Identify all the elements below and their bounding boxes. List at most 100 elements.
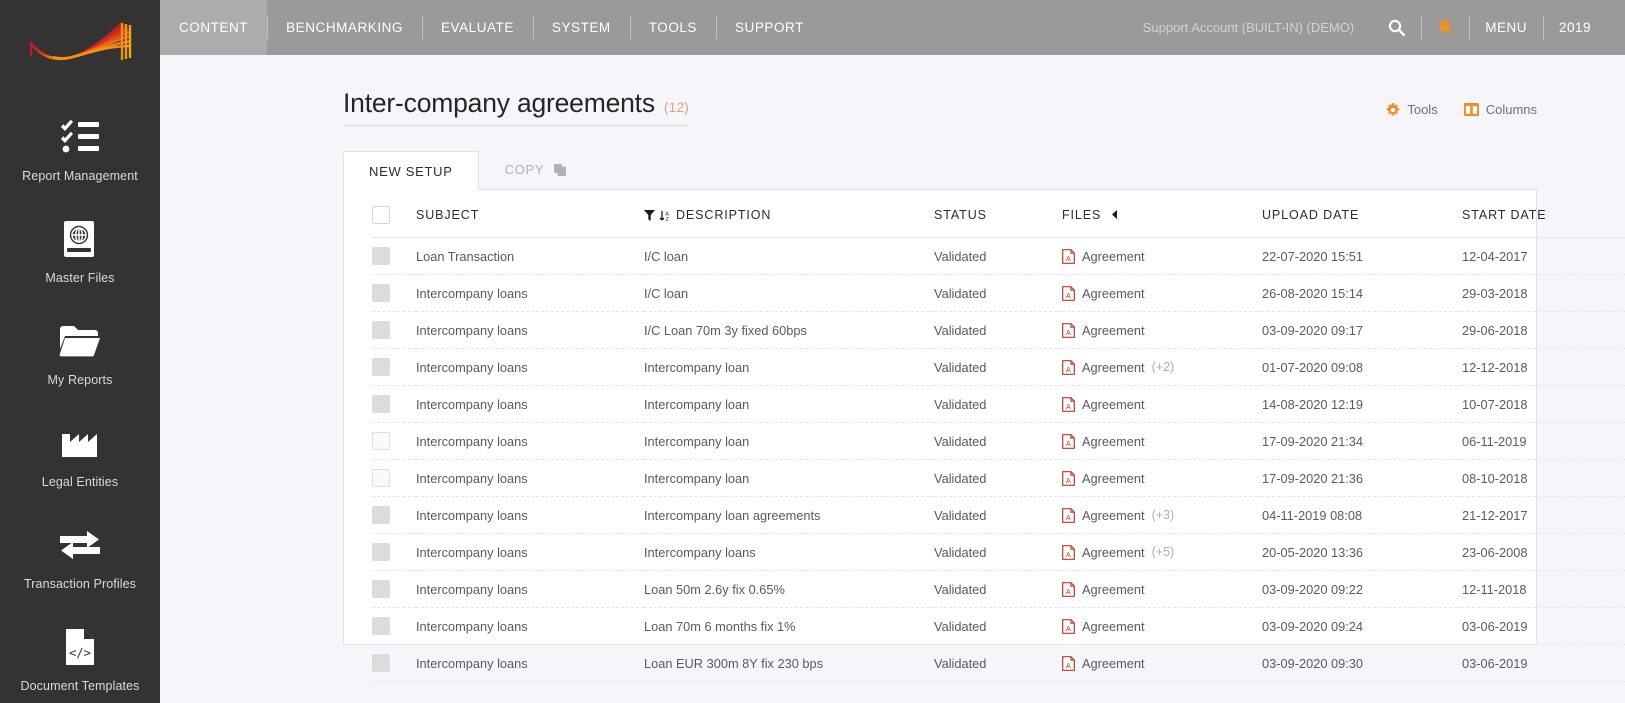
- select-all-checkbox[interactable]: [372, 206, 390, 224]
- cell-subject: Intercompany loans: [416, 533, 644, 571]
- table-row[interactable]: Intercompany loans Intercompany loan Valid…: [372, 348, 1625, 386]
- svg-text:A: A: [1066, 256, 1071, 263]
- cell-subject: Intercompany loans: [416, 422, 644, 460]
- cell-start-date: 06-11-2019: [1462, 422, 1625, 460]
- sidebar-item-label: Master Files: [45, 271, 115, 285]
- filter-funnel-icon[interactable]: [644, 210, 655, 221]
- cell-files: A Agreement: [1062, 422, 1262, 460]
- file-link[interactable]: Agreement: [1082, 656, 1145, 671]
- cell-start-date: 21-12-2017: [1462, 496, 1625, 534]
- topnav-item-content[interactable]: CONTENT: [160, 0, 268, 55]
- page-title: Inter-company agreements: [343, 88, 655, 118]
- topnav-item-evaluate[interactable]: EVALUATE: [421, 0, 533, 55]
- tab-new-setup[interactable]: NEW SETUP: [343, 151, 479, 190]
- cell-status: Validated: [934, 607, 1062, 645]
- tab-copy[interactable]: COPY: [479, 149, 593, 190]
- agreements-table: SUBJECT A Z DESCRIPTION STATUS FILES UPL…: [372, 190, 1625, 682]
- row-select-cell: [372, 274, 416, 312]
- row-checkbox[interactable]: [372, 321, 390, 339]
- row-checkbox[interactable]: [372, 432, 390, 450]
- table-row[interactable]: Intercompany loans I/C Loan 70m 3y fixed …: [372, 311, 1625, 349]
- page-content: Inter-company agreements (12) Tools Colu…: [160, 55, 1625, 703]
- notifications-button[interactable]: [1421, 15, 1469, 40]
- search-button[interactable]: [1372, 16, 1421, 40]
- topnav-item-benchmarking[interactable]: BENCHMARKING: [267, 0, 422, 55]
- tools-button[interactable]: Tools: [1386, 102, 1438, 117]
- table-row[interactable]: Intercompany loans Intercompany loan Valid…: [372, 459, 1625, 497]
- table-row[interactable]: Intercompany loans Loan 50m 2.6y fix 0.65…: [372, 570, 1625, 608]
- cell-files: A Agreement (+2): [1062, 348, 1262, 386]
- table-row[interactable]: Intercompany loans Intercompany loans Vali…: [372, 533, 1625, 571]
- columns-button[interactable]: Columns: [1463, 102, 1537, 117]
- row-checkbox[interactable]: [372, 469, 390, 487]
- row-checkbox[interactable]: [372, 506, 390, 524]
- svg-text:Z: Z: [666, 217, 670, 222]
- table-row[interactable]: Intercompany loans Intercompany loan agre…: [372, 496, 1625, 534]
- row-checkbox[interactable]: [372, 247, 390, 265]
- column-header-subject[interactable]: SUBJECT: [416, 190, 644, 238]
- sidebar-item-label: My Reports: [47, 373, 113, 387]
- table-row[interactable]: Intercompany loans I/C loan Validated A Agre…: [372, 274, 1625, 312]
- cell-subject: Intercompany loans: [416, 311, 644, 349]
- table-row[interactable]: Intercompany loans Loan EUR 300m 8Y fix 2…: [372, 644, 1625, 682]
- pdf-file-icon: A: [1062, 470, 1075, 486]
- row-checkbox[interactable]: [372, 395, 390, 413]
- file-link[interactable]: Agreement: [1082, 582, 1145, 597]
- cell-files: A Agreement (+5): [1062, 533, 1262, 571]
- menu-button[interactable]: MENU: [1469, 15, 1543, 40]
- description-header-icons: A Z: [644, 210, 671, 222]
- cell-upload-date: 26-08-2020 15:14: [1262, 274, 1462, 312]
- column-header-start-date[interactable]: START DATE: [1462, 190, 1625, 238]
- file-extra-count[interactable]: (+2): [1152, 360, 1175, 374]
- table-row[interactable]: Loan Transaction I/C loan Validated A Agreem…: [372, 237, 1625, 275]
- table-row[interactable]: Intercompany loans Loan 70m 6 months fix …: [372, 607, 1625, 645]
- row-checkbox[interactable]: [372, 543, 390, 561]
- row-checkbox[interactable]: [372, 654, 390, 672]
- page-title-block: Inter-company agreements (12): [343, 88, 689, 126]
- cell-upload-date: 04-11-2019 08:08: [1262, 496, 1462, 534]
- sidebar-item-my-reports[interactable]: My Reports: [0, 306, 160, 397]
- column-header-files[interactable]: FILES: [1062, 190, 1262, 238]
- table-row[interactable]: Intercompany loans Intercompany loan Valid…: [372, 385, 1625, 423]
- sort-az-icon[interactable]: A Z: [659, 210, 671, 222]
- cell-status: Validated: [934, 570, 1062, 608]
- file-link[interactable]: Agreement: [1082, 471, 1145, 486]
- file-link[interactable]: Agreement: [1082, 286, 1145, 301]
- topnav-item-tools[interactable]: TOOLS: [629, 0, 716, 55]
- topnav-item-system[interactable]: SYSTEM: [532, 0, 630, 55]
- sidebar-item-master-files[interactable]: Master Files: [0, 204, 160, 295]
- file-link[interactable]: Agreement: [1082, 545, 1145, 560]
- column-header-upload-date[interactable]: UPLOAD DATE: [1262, 190, 1462, 238]
- table-row[interactable]: Intercompany loans Intercompany loan Valid…: [372, 422, 1625, 460]
- sidebar-item-transaction-profiles[interactable]: Transaction Profiles: [0, 510, 160, 601]
- topnav-item-support[interactable]: SUPPORT: [716, 0, 823, 55]
- logo[interactable]: [0, 0, 160, 91]
- sidebar-item-report-management[interactable]: Report Management: [0, 102, 160, 193]
- tools-label: Tools: [1407, 102, 1438, 117]
- svg-text:A: A: [1066, 515, 1071, 522]
- file-extra-count[interactable]: (+3): [1152, 508, 1175, 522]
- year-button[interactable]: 2019: [1542, 15, 1607, 40]
- column-header-status[interactable]: STATUS: [934, 190, 1062, 238]
- column-header-files-label: FILES: [1062, 208, 1102, 222]
- file-link[interactable]: Agreement: [1082, 434, 1145, 449]
- row-checkbox[interactable]: [372, 580, 390, 598]
- file-link[interactable]: Agreement: [1082, 249, 1145, 264]
- pdf-file-icon: A: [1062, 322, 1075, 338]
- column-header-description[interactable]: A Z DESCRIPTION: [644, 190, 934, 238]
- sidebar-item-document-templates[interactable]: </> Document Templates: [0, 612, 160, 703]
- file-link[interactable]: Agreement: [1082, 397, 1145, 412]
- records-panel: SUBJECT A Z DESCRIPTION STATUS FILES UPL…: [343, 189, 1625, 682]
- file-link[interactable]: Agreement: [1082, 619, 1145, 634]
- caret-left-icon[interactable]: [1111, 210, 1119, 219]
- file-link[interactable]: Agreement: [1082, 360, 1145, 375]
- row-checkbox[interactable]: [372, 358, 390, 376]
- cell-status: Validated: [934, 274, 1062, 312]
- pdf-file-icon: A: [1062, 359, 1075, 375]
- row-checkbox[interactable]: [372, 617, 390, 635]
- sidebar-item-legal-entities[interactable]: Legal Entities: [0, 408, 160, 499]
- file-link[interactable]: Agreement: [1082, 508, 1145, 523]
- file-extra-count[interactable]: (+5): [1152, 545, 1175, 559]
- row-checkbox[interactable]: [372, 284, 390, 302]
- file-link[interactable]: Agreement: [1082, 323, 1145, 338]
